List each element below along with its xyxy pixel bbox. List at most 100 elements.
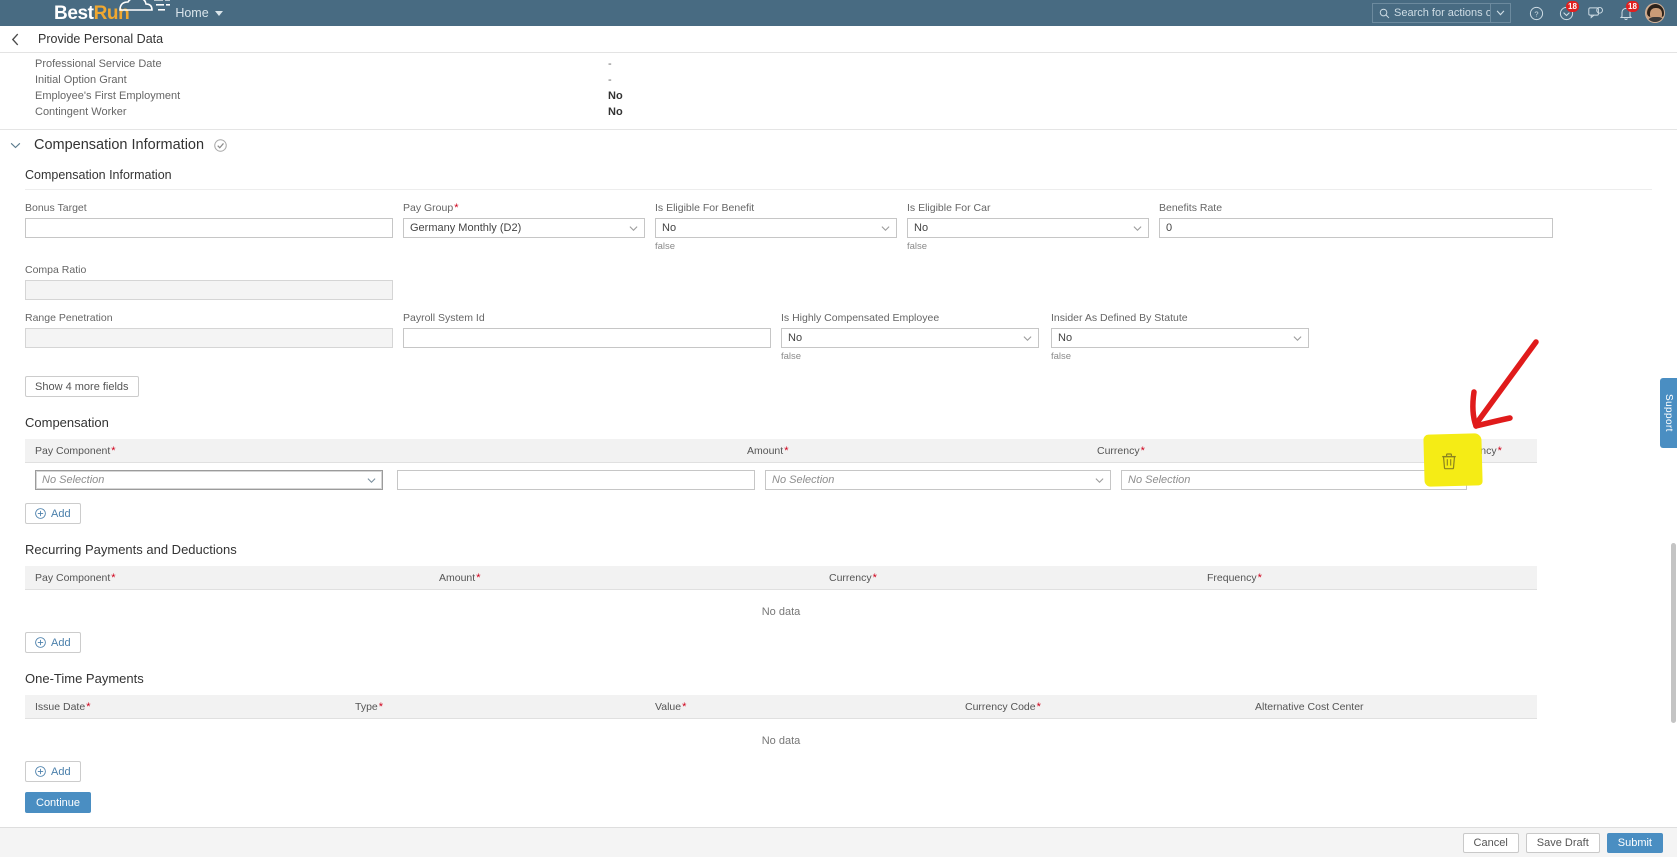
benefits-rate-field[interactable] [1166, 222, 1546, 234]
eligible-car-select[interactable]: No [907, 218, 1149, 238]
th-label: Currency [1097, 444, 1140, 457]
field-label: Is Eligible For Car [907, 202, 991, 214]
row-pay-component-select[interactable]: No Selection [35, 470, 383, 490]
plus-circle-icon [35, 637, 46, 648]
field-compa-ratio: Compa Ratio [25, 264, 403, 300]
compa-ratio-input [25, 280, 393, 300]
main-content: Professional Service Date - Initial Opti… [0, 53, 1677, 827]
home-menu[interactable]: Home [175, 6, 223, 20]
th-amount: Amount* [737, 445, 1087, 457]
field-label: Benefits Rate [1159, 202, 1223, 214]
th-label: Currency [829, 571, 872, 584]
th-pay-component: Pay Component* [25, 572, 429, 584]
required-marker: * [111, 571, 116, 584]
page-header: Provide Personal Data [0, 26, 1677, 53]
eligible-benefit-select[interactable]: No [655, 218, 897, 238]
field-label: Payroll System Id [403, 312, 485, 324]
required-marker: * [1257, 571, 1262, 584]
field-label: Insider As Defined By Statute [1051, 312, 1188, 324]
row-amount-field[interactable] [404, 474, 748, 486]
trash-icon[interactable] [1440, 452, 1458, 470]
home-menu-label: Home [175, 6, 209, 20]
compa-ratio-field [32, 284, 386, 296]
plus-circle-icon [35, 508, 46, 519]
add-compensation-button[interactable]: Add [25, 503, 81, 524]
required-marker: * [1497, 444, 1502, 457]
chevron-left-icon[interactable] [2, 33, 28, 46]
field-eligible-benefit: Is Eligible For Benefit No false [655, 202, 907, 252]
chevron-down-icon [1095, 477, 1104, 483]
scrollbar-thumb[interactable] [1671, 543, 1676, 723]
add-onetime-button[interactable]: Add [25, 761, 81, 782]
todo-icon[interactable]: 18 [1551, 0, 1581, 26]
th-pay-component: Pay Component* [25, 445, 737, 457]
payroll-system-id-field[interactable] [410, 332, 764, 344]
summary-label: Contingent Worker [35, 106, 127, 118]
field-bonus-target: Bonus Target [25, 202, 403, 252]
svg-text:?: ? [1534, 9, 1538, 18]
brand-logo[interactable]: BestRun [54, 0, 170, 23]
field-range-penetration: Range Penetration [25, 312, 403, 362]
search-box[interactable] [1372, 3, 1511, 23]
row-amount-input[interactable] [397, 470, 755, 490]
show-more-fields-button[interactable]: Show 4 more fields [25, 376, 139, 397]
recurring-table-title: Recurring Payments and Deductions [25, 542, 237, 557]
th-label: Currency Code [965, 700, 1036, 713]
required-marker: * [378, 700, 384, 713]
help-icon[interactable]: ? [1521, 0, 1551, 26]
add-recurring-button[interactable]: Add [25, 632, 81, 653]
th-label: Issue Date [35, 700, 86, 713]
field-label-text: Pay Group [403, 202, 454, 214]
form-row-1: Bonus Target Pay Group* Germany Monthly … [25, 190, 1652, 252]
bonus-target-input[interactable] [25, 218, 393, 238]
required-marker: * [784, 444, 789, 457]
field-label: Compa Ratio [25, 264, 87, 276]
field-label: Pay Group* [403, 202, 655, 214]
chevron-down-icon[interactable] [6, 142, 24, 149]
field-label: Is Eligible For Benefit [655, 202, 755, 214]
table-header-row: Pay Component* Amount* Currency* Frequen… [25, 439, 1537, 463]
summary-field-list: Professional Service Date - Initial Opti… [35, 53, 1035, 120]
eligible-car-value: No [914, 222, 929, 234]
insider-statute-select[interactable]: No [1051, 328, 1309, 348]
row-frequency-select[interactable]: No Selection [1121, 470, 1467, 490]
cancel-button[interactable]: Cancel [1462, 832, 1519, 853]
required-marker: * [1036, 700, 1041, 713]
continue-button[interactable]: Continue [25, 792, 92, 813]
search-icon [1373, 8, 1394, 19]
chat-icon[interactable] [1581, 0, 1611, 26]
avatar[interactable] [1645, 3, 1665, 23]
bonus-target-field[interactable] [32, 222, 386, 234]
chevron-down-icon [214, 10, 223, 16]
onetime-empty-text: No data [761, 735, 801, 747]
search-dropdown-toggle[interactable] [1490, 4, 1510, 22]
td-pay-component: No Selection [25, 470, 387, 490]
table-header-row: Pay Component* Amount* Currency* Frequen… [25, 566, 1537, 590]
th-type: Type* [345, 701, 645, 713]
summary-value: No [608, 90, 623, 102]
summary-value: - [608, 74, 612, 86]
form-row-3: Range Penetration Payroll System Id Is H… [25, 300, 1652, 362]
summary-row: Professional Service Date - [35, 56, 1035, 72]
notification-bell-icon[interactable]: 18 [1611, 0, 1641, 26]
pay-group-value: Germany Monthly (D2) [410, 222, 522, 234]
field-highly-compensated: Is Highly Compensated Employee No false [781, 312, 1051, 362]
highly-compensated-select[interactable]: No [781, 328, 1039, 348]
field-label: Is Highly Compensated Employee [781, 312, 940, 324]
pay-group-select[interactable]: Germany Monthly (D2) [403, 218, 645, 238]
chevron-down-icon [1451, 477, 1460, 483]
summary-row: Contingent Worker No [35, 104, 1035, 120]
summary-row: Employee's First Employment No [35, 88, 1035, 104]
row-currency-select[interactable]: No Selection [765, 470, 1111, 490]
th-label: Pay Component [35, 444, 111, 457]
th-label: Value [655, 700, 682, 713]
submit-button[interactable]: Submit [1606, 832, 1663, 853]
search-input[interactable] [1394, 7, 1490, 19]
support-tab[interactable]: Support [1660, 378, 1677, 448]
save-draft-button[interactable]: Save Draft [1525, 832, 1600, 853]
chevron-down-icon [1133, 225, 1142, 231]
compensation-section-header[interactable]: Compensation Information [0, 130, 1677, 160]
payroll-system-id-input[interactable] [403, 328, 771, 348]
td-amount [387, 470, 755, 490]
benefits-rate-input[interactable] [1159, 218, 1553, 238]
